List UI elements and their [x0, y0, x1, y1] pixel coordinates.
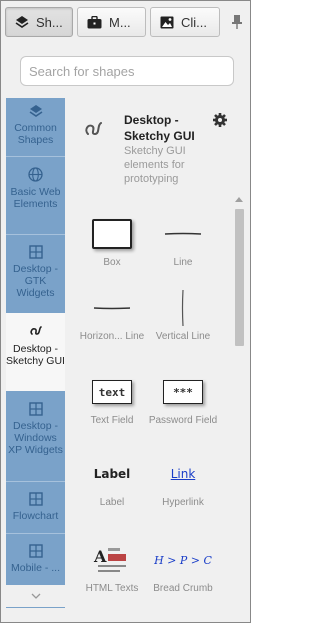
library-desktop-windows-xp-widgets[interactable]: Desktop - Windows XP Widgets	[6, 392, 65, 481]
library-description: Sketchy GUI elements for prototyping	[124, 145, 186, 185]
library-list: Common Shapes Basic Web Elements Desktop…	[6, 98, 65, 608]
pin-icon[interactable]	[230, 13, 244, 31]
shape-name: Horizon... Line	[79, 331, 145, 342]
shapes-icon	[15, 16, 29, 28]
library-desktop-gtk-widgets[interactable]: Desktop - GTK Widgets	[6, 235, 65, 312]
search-bar	[1, 43, 250, 97]
shape-name: Label	[99, 497, 125, 508]
globe-icon	[28, 167, 43, 182]
password-field-preview: ***	[163, 380, 203, 404]
tab-shapes[interactable]: Sh...	[5, 7, 73, 37]
shape-hyperlink[interactable]: Link Hyperlink	[147, 451, 219, 529]
library-header: Desktop - Sketchy GUI Sketchy GUI elemen…	[65, 98, 250, 193]
gear-icon[interactable]	[212, 112, 228, 128]
tab-label: Cli...	[181, 14, 207, 30]
shape-name: Bread Crumb	[153, 583, 213, 594]
layers-icon	[29, 105, 42, 117]
library-desktop-sketchy-gui[interactable]: Desktop - Sketchy GUI	[6, 313, 65, 391]
grid-icon	[28, 544, 43, 558]
scroll-up-arrow[interactable]	[235, 197, 243, 202]
grid-icon	[28, 245, 43, 259]
library-label: Desktop - GTK Widgets	[13, 263, 58, 299]
chevron-down-icon	[31, 593, 40, 599]
shape-name: HTML Texts	[85, 583, 139, 594]
shape-bread-crumb[interactable]: H > P > C Bread Crumb	[147, 537, 219, 609]
text-field-preview: text	[92, 380, 132, 404]
tab-label: M...	[109, 14, 131, 30]
shape-horizontal-line[interactable]: Horizon... Line	[76, 285, 148, 363]
grid-icon	[28, 492, 43, 506]
shape-text-field[interactable]: text Text Field	[76, 369, 148, 447]
line-preview	[93, 307, 131, 310]
shape-grid: Box Line Horizon... Line Vertical Line t…	[65, 193, 231, 609]
library-label: Mobile - ...	[10, 562, 60, 574]
library-scroll-down-button[interactable]	[6, 585, 65, 607]
shape-name: Box	[103, 257, 121, 268]
svg-text:A: A	[93, 547, 107, 566]
tab-clipart[interactable]: Cli...	[150, 7, 220, 37]
shape-box[interactable]: Box	[76, 211, 148, 289]
squiggle-icon	[85, 122, 102, 136]
library-title: Desktop - Sketchy GUI	[124, 113, 195, 143]
shape-html-texts[interactable]: A HTML Texts	[76, 537, 148, 609]
shape-line[interactable]: Line	[147, 211, 219, 289]
library-label: Basic Web Elements	[10, 186, 61, 210]
shape-vertical-line[interactable]: Vertical Line	[147, 285, 219, 363]
search-input[interactable]	[20, 56, 234, 86]
grid-icon	[28, 402, 43, 416]
tab-my-library[interactable]: M...	[77, 7, 146, 37]
shape-name: Password Field	[148, 415, 218, 426]
shape-name: Vertical Line	[155, 331, 211, 342]
hyperlink-preview: Link	[170, 467, 196, 481]
library-common-shapes[interactable]: Common Shapes	[6, 98, 65, 156]
library-basic-web-elements[interactable]: Basic Web Elements	[6, 157, 65, 234]
library-label: Flowchart	[12, 510, 59, 522]
shape-password-field[interactable]: *** Password Field	[147, 369, 219, 447]
bread-crumb-preview: H > P > C	[154, 553, 212, 567]
box-preview	[92, 219, 132, 249]
shape-label[interactable]: Label Label	[76, 451, 148, 529]
shape-name: Text Field	[90, 415, 134, 426]
image-icon	[160, 16, 174, 28]
scrollbar-thumb[interactable]	[235, 209, 244, 346]
briefcase-icon	[87, 15, 102, 28]
shape-name: Line	[173, 257, 193, 268]
shapes-panel: Sh... M... Cli... Common Shapes Basic We…	[0, 0, 251, 623]
library-label: Common Shapes	[14, 122, 57, 146]
library-label: Desktop - Sketchy GUI	[6, 343, 65, 367]
tab-bar: Sh... M... Cli...	[1, 1, 250, 43]
vertical-scrollbar[interactable]	[231, 193, 248, 609]
library-flowchart[interactable]: Flowchart	[6, 482, 65, 533]
tab-label: Sh...	[36, 14, 63, 30]
html-texts-preview: A	[93, 547, 126, 572]
shape-name: Hyperlink	[162, 497, 204, 508]
label-preview: Label	[93, 467, 131, 481]
line-preview	[164, 232, 202, 235]
squiggle-icon	[29, 326, 42, 335]
line-preview	[181, 289, 184, 327]
library-label: Desktop - Windows XP Widgets	[8, 420, 63, 456]
